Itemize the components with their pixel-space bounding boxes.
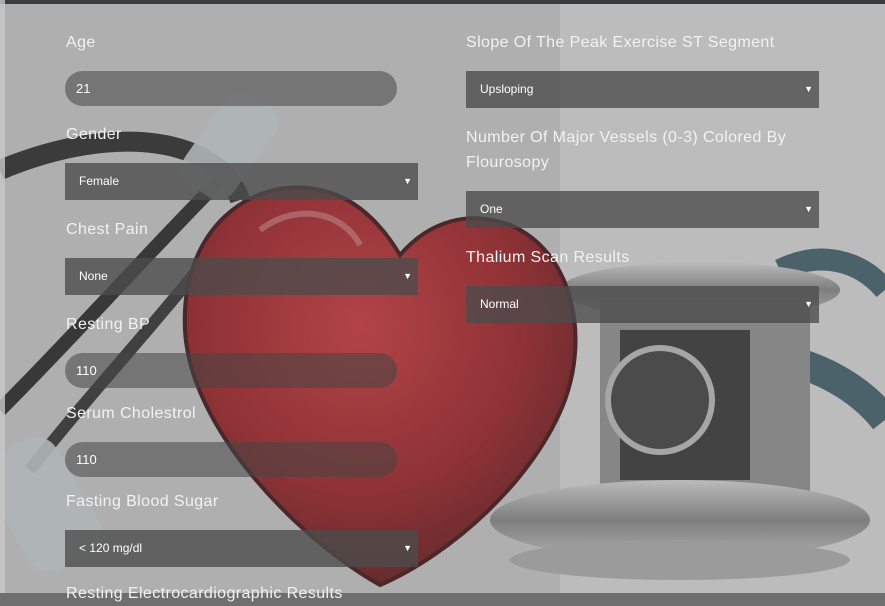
chest-pain-value: None [79,269,108,283]
thalium-value: Normal [480,297,519,311]
fasting-blood-sugar-label: Fasting Blood Sugar [66,493,219,510]
left-edge [0,0,5,593]
chest-pain-label: Chest Pain [66,221,149,238]
gender-select[interactable]: Female ▼ [65,163,418,200]
serum-cholesterol-label: Serum Cholestrol [66,405,197,422]
top-bar [0,0,885,4]
chevron-down-icon: ▼ [804,84,813,94]
age-label: Age [66,34,96,51]
major-vessels-label-line2: Flourosopy [466,154,550,171]
serum-cholesterol-input[interactable]: 110 [65,442,397,477]
chest-pain-select[interactable]: None ▼ [65,258,418,295]
slope-select[interactable]: Upsloping ▼ [466,71,819,108]
thalium-select[interactable]: Normal ▼ [466,286,819,323]
fasting-blood-sugar-value: < 120 mg/dl [79,541,143,555]
resting-ecg-label: Resting Electrocardiographic Results [66,585,343,602]
slope-value: Upsloping [480,82,534,96]
thalium-label: Thalium Scan Results [466,249,630,266]
chevron-down-icon: ▼ [804,204,813,214]
chevron-down-icon: ▼ [403,271,412,281]
age-input[interactable]: 21 [65,71,397,106]
gender-value: Female [79,174,120,188]
chevron-down-icon: ▼ [804,299,813,309]
slope-label: Slope Of The Peak Exercise ST Segment [466,34,775,51]
gender-label: Gender [66,126,122,143]
chevron-down-icon: ▼ [403,176,412,186]
major-vessels-label-line1: Number Of Major Vessels (0-3) Colored By [466,129,787,146]
chevron-down-icon: ▼ [403,543,412,553]
resting-bp-label: Resting BP [66,316,151,333]
major-vessels-select[interactable]: One ▼ [466,191,819,228]
resting-bp-input[interactable]: 110 [65,353,397,388]
fasting-blood-sugar-select[interactable]: < 120 mg/dl ▼ [65,530,418,567]
major-vessels-value: One [480,202,503,216]
